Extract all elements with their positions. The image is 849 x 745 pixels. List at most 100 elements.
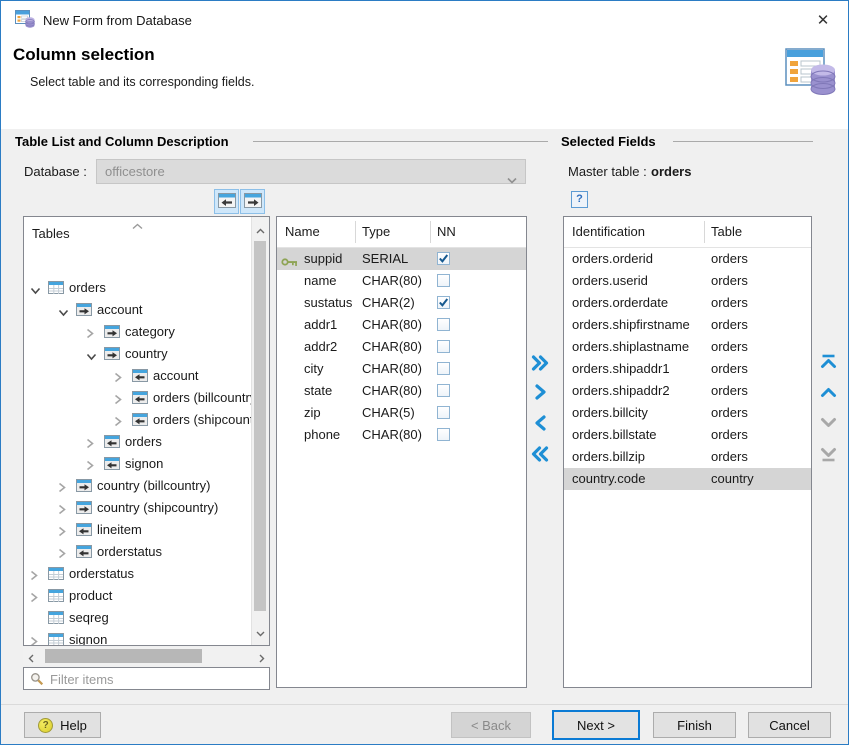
remove-all-button[interactable] [528,444,552,464]
column-row-zip[interactable]: zipCHAR(5) [277,402,526,424]
add-button[interactable] [528,382,552,402]
selected-field-row-orders-orderdate[interactable]: orders.orderdateorders [564,292,811,314]
nn-checkbox[interactable] [437,384,450,397]
remove-button[interactable] [528,413,552,433]
selected-field-row-orders-orderid[interactable]: orders.orderidorders [564,248,811,270]
tree-collapse-icon[interactable] [58,305,72,317]
header-name[interactable]: Name [285,224,320,239]
filter-input[interactable] [48,669,267,690]
selected-field-row-orders-shipfirstname[interactable]: orders.shipfirstnameorders [564,314,811,336]
tree-item-account[interactable]: account [24,365,252,387]
tree-expand-icon[interactable] [30,635,44,645]
tree-expand-icon[interactable] [114,415,128,427]
move-down-button[interactable] [817,413,839,433]
nn-checkbox[interactable] [437,296,450,309]
column-row-suppid[interactable]: suppidSERIAL [277,248,526,270]
scrollbar-right-icon[interactable] [259,651,265,666]
tree-item-seqreg[interactable]: seqreg [24,607,252,629]
move-to-top-button[interactable] [817,351,839,371]
scrollbar-left-icon[interactable] [28,651,34,666]
hint-help-button[interactable]: ? [571,191,588,208]
move-to-top-icon [820,354,837,369]
tree-vertical-scrollbar[interactable] [251,217,269,645]
selected-field-row-orders-shiplastname[interactable]: orders.shiplastnameorders [564,336,811,358]
tree-item-country-billcountry[interactable]: country (billcountry) [24,475,252,497]
move-up-button[interactable] [817,382,839,402]
tree-item-product[interactable]: product [24,585,252,607]
tree-expand-icon[interactable] [86,327,100,339]
selected-field-row-orders-shipaddr1[interactable]: orders.shipaddr1orders [564,358,811,380]
column-row-state[interactable]: stateCHAR(80) [277,380,526,402]
tree-expand-icon[interactable] [114,393,128,405]
tree-item-label: orderstatus [97,544,162,560]
header-identification[interactable]: Identification [572,224,645,239]
tree-collapse-icon[interactable] [86,349,100,361]
column-row-addr1[interactable]: addr1CHAR(80) [277,314,526,336]
header-nn[interactable]: NN [437,224,456,239]
tree-header-tables[interactable]: Tables [32,226,70,241]
selected-field-row-orders-billstate[interactable]: orders.billstateorders [564,424,811,446]
rel-left-icon [76,523,92,536]
tree-expand-icon[interactable] [30,569,44,581]
nn-checkbox[interactable] [437,318,450,331]
add-all-button[interactable] [528,353,552,373]
move-to-bottom-button[interactable] [817,444,839,464]
tree-item-orders[interactable]: orders [24,431,252,453]
tree-item-signon[interactable]: signon [24,453,252,475]
nn-checkbox[interactable] [437,252,450,265]
help-button[interactable]: ? Help [24,712,101,738]
rel-left-icon [132,391,148,404]
tree-item-lineitem[interactable]: lineitem [24,519,252,541]
field-table: orders [711,339,748,355]
tree-vscroll-thumb[interactable] [254,241,266,611]
column-row-addr2[interactable]: addr2CHAR(80) [277,336,526,358]
tree-expand-icon[interactable] [58,481,72,493]
tree-item-orderstatus[interactable]: orderstatus [24,563,252,585]
header-table[interactable]: Table [711,224,742,239]
move-column-left-button[interactable] [214,189,239,214]
cancel-button[interactable]: Cancel [748,712,831,738]
tree-expand-icon[interactable] [58,547,72,559]
nn-checkbox[interactable] [437,406,450,419]
finish-button[interactable]: Finish [653,712,736,738]
tree-expand-icon[interactable] [86,437,100,449]
column-row-city[interactable]: cityCHAR(80) [277,358,526,380]
selected-field-row-orders-billzip[interactable]: orders.billziporders [564,446,811,468]
selected-field-row-orders-billcity[interactable]: orders.billcityorders [564,402,811,424]
scrollbar-up-icon[interactable] [256,222,265,237]
header-type[interactable]: Type [362,224,390,239]
selected-field-row-country-code[interactable]: country.codecountry [564,468,811,490]
column-row-sustatus[interactable]: sustatusCHAR(2) [277,292,526,314]
tree-expand-icon[interactable] [58,503,72,515]
tree-collapse-icon[interactable] [30,283,44,295]
tree-item-account[interactable]: account [24,299,252,321]
selected-field-row-orders-shipaddr2[interactable]: orders.shipaddr2orders [564,380,811,402]
tree-item-orders[interactable]: orders [24,277,252,299]
tree-item-country[interactable]: country [24,343,252,365]
tree-item-category[interactable]: category [24,321,252,343]
column-row-name[interactable]: nameCHAR(80) [277,270,526,292]
nn-checkbox[interactable] [437,274,450,287]
nn-checkbox[interactable] [437,340,450,353]
tree-horizontal-scrollbar[interactable] [23,647,270,665]
tree-item-signon[interactable]: signon [24,629,252,645]
tree-item-orders-billcountry[interactable]: orders (billcountry) [24,387,252,409]
field-table: orders [711,361,748,377]
tree-expand-icon[interactable] [114,371,128,383]
tree-expand-icon[interactable] [86,459,100,471]
nn-checkbox[interactable] [437,428,450,441]
selected-field-row-orders-userid[interactable]: orders.useridorders [564,270,811,292]
tree-expand-icon[interactable] [58,525,72,537]
column-row-phone[interactable]: phoneCHAR(80) [277,424,526,446]
tree-item-orderstatus[interactable]: orderstatus [24,541,252,563]
scrollbar-down-icon[interactable] [256,625,265,640]
close-button[interactable]: ✕ [812,10,834,32]
tree-expand-icon[interactable] [30,591,44,603]
move-column-right-button[interactable] [240,189,265,214]
tree-item-country-shipcountry[interactable]: country (shipcountry) [24,497,252,519]
tree-item-label: orders (billcountry) [153,390,252,406]
nn-checkbox[interactable] [437,362,450,375]
next-button[interactable]: Next > [552,710,640,740]
tree-hscroll-thumb[interactable] [45,649,202,663]
tree-item-orders-shipcountry[interactable]: orders (shipcountry) [24,409,252,431]
